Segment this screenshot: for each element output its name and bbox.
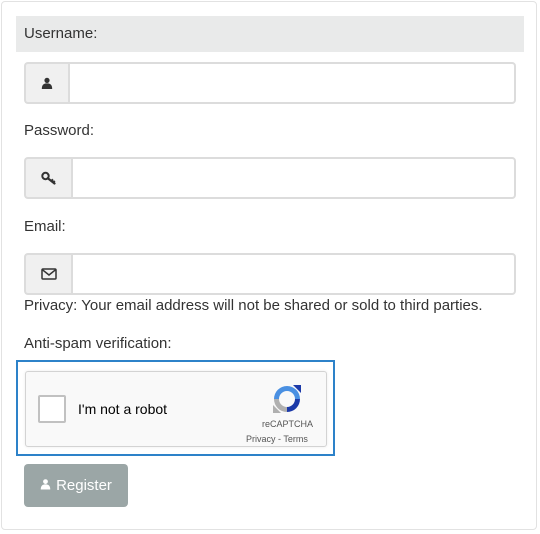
antispam-label: Anti-spam verification: [24,335,172,352]
recaptcha-links: Privacy - Terms [246,434,308,444]
email-input[interactable] [71,253,516,295]
recaptcha-terms-link[interactable]: Terms [283,434,308,444]
user-icon [24,62,68,104]
password-label: Password: [24,122,95,139]
username-input[interactable] [68,62,516,104]
recaptcha-logo-icon [270,382,304,416]
recaptcha-checkbox[interactable] [38,395,66,423]
email-input-group [24,253,516,295]
register-button-label: Register [56,477,112,494]
username-input-group [24,62,516,104]
email-label: Email: [24,218,66,235]
envelope-icon [24,253,71,295]
register-button[interactable]: Register [24,464,128,507]
privacy-note: Privacy: Your email address will not be … [24,297,483,314]
recaptcha-privacy-link[interactable]: Privacy [246,434,276,444]
password-input-group [24,157,516,199]
username-label: Username: [16,16,524,52]
recaptcha-checkbox-label: I'm not a robot [78,401,168,417]
recaptcha-brand: reCAPTCHA [262,419,314,429]
password-input[interactable] [71,157,516,199]
recaptcha-widget: I'm not a robot reCAPTCHA Privacy - Term… [25,371,327,447]
captcha-frame: I'm not a robot reCAPTCHA Privacy - Term… [16,360,335,456]
key-icon [24,157,71,199]
user-icon [40,477,51,494]
